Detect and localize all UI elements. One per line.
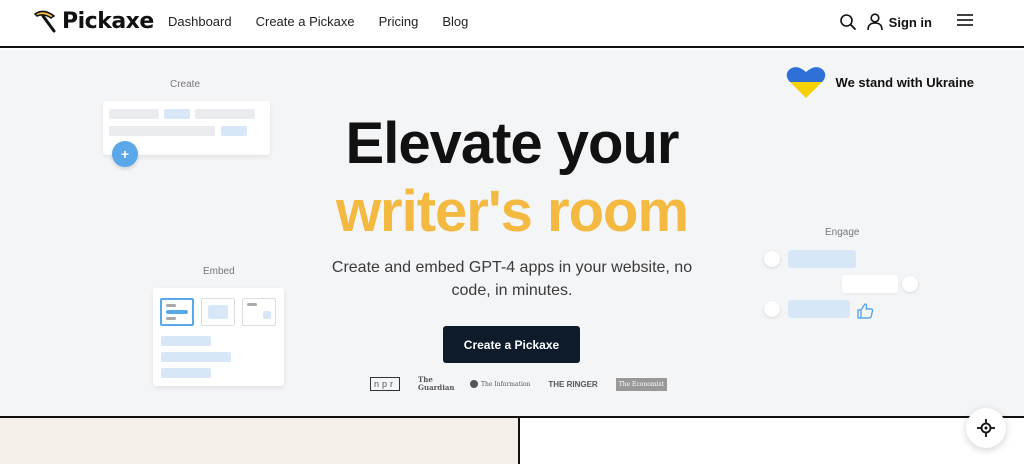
logo-text: Pickaxe <box>62 8 154 34</box>
the-information-logo: The Information <box>470 380 530 388</box>
thumbs-up-icon <box>857 303 874 319</box>
next-section <box>0 416 1024 464</box>
main-nav: Dashboard Create a Pickaxe Pricing Blog <box>168 14 468 29</box>
hero-title-line1: Elevate your <box>345 111 680 176</box>
user-icon <box>866 13 883 31</box>
nav-blog[interactable]: Blog <box>442 14 468 29</box>
crosshair-icon <box>977 419 995 437</box>
header-actions: Sign in <box>837 11 932 33</box>
logo[interactable]: Pickaxe <box>32 8 154 34</box>
search-icon[interactable] <box>837 11 859 33</box>
chat-avatar <box>764 301 780 317</box>
info-icon <box>470 380 479 388</box>
chat-bubble <box>788 250 856 268</box>
hero-subtitle: Create and embed GPT-4 apps in your webs… <box>331 259 693 299</box>
ringer-logo: THE RINGER <box>548 379 598 389</box>
floating-help-button[interactable] <box>966 408 1006 448</box>
guardian-logo: The Guardian <box>418 375 455 392</box>
create-pickaxe-button[interactable]: Create a Pickaxe <box>443 326 580 363</box>
ukraine-heart-icon <box>786 67 825 98</box>
ukraine-text: We stand with Ukraine <box>835 74 974 90</box>
next-section-left-panel <box>0 418 520 464</box>
npr-logo: npr <box>370 377 401 391</box>
top-navbar: Pickaxe Dashboard Create a Pickaxe Prici… <box>0 0 1024 48</box>
chat-bubble <box>788 300 850 318</box>
nav-pricing[interactable]: Pricing <box>379 14 419 29</box>
chat-avatar <box>902 276 918 292</box>
ukraine-banner[interactable]: We stand with Ukraine <box>786 65 974 99</box>
hamburger-menu-icon[interactable] <box>956 12 974 33</box>
hero-title-line2: writer's room <box>335 179 689 244</box>
signin-link[interactable]: Sign in <box>866 13 932 31</box>
nav-create-pickaxe[interactable]: Create a Pickaxe <box>256 14 355 29</box>
pickaxe-icon <box>33 10 56 33</box>
chat-bubble <box>842 275 898 293</box>
chat-avatar <box>764 251 780 267</box>
press-logos: npr The Guardian The Information THE RIN… <box>370 376 667 392</box>
the-information-text: The Information <box>481 380 531 388</box>
deco-embed-card <box>153 288 284 386</box>
deco-embed-label: Embed <box>203 266 235 277</box>
signin-label: Sign in <box>888 14 932 30</box>
deco-create-label: Create <box>170 79 201 90</box>
nav-dashboard[interactable]: Dashboard <box>168 14 232 29</box>
economist-logo: The Economist <box>615 377 667 391</box>
